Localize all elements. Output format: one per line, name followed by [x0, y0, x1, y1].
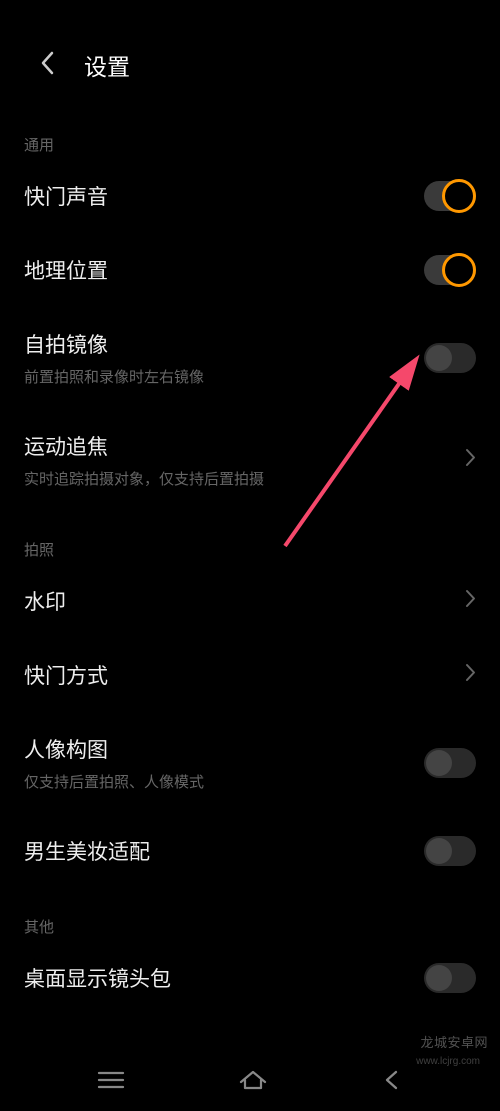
section-header-other: 其他 — [0, 888, 500, 941]
nav-bar — [0, 1049, 500, 1111]
toggle-selfie-mirror[interactable] — [424, 343, 476, 373]
home-icon[interactable] — [237, 1068, 269, 1092]
row-label: 快门声音 — [24, 181, 108, 211]
menu-icon[interactable] — [96, 1069, 126, 1091]
row-desktop-lens[interactable]: 桌面显示镜头包 — [0, 941, 500, 1015]
row-label: 人像构图 — [24, 734, 204, 764]
page-title: 设置 — [84, 48, 130, 82]
section-header-general: 通用 — [0, 106, 500, 159]
row-portrait-composition[interactable]: 人像构图 仅支持后置拍照、人像模式 — [0, 712, 500, 814]
row-sub: 仅支持后置拍照、人像模式 — [24, 771, 204, 792]
row-sub: 前置拍照和录像时左右镜像 — [24, 366, 204, 387]
row-label: 运动追焦 — [24, 431, 264, 461]
row-male-beauty[interactable]: 男生美妆适配 — [0, 814, 500, 888]
row-sub: 实时追踪拍摄对象，仅支持后置拍摄 — [24, 468, 264, 489]
row-label: 桌面显示镜头包 — [24, 963, 171, 993]
back-nav-icon[interactable] — [380, 1068, 404, 1092]
toggle-geolocation[interactable] — [424, 255, 476, 285]
row-label: 男生美妆适配 — [24, 836, 150, 866]
row-shutter-sound[interactable]: 快门声音 — [0, 159, 500, 233]
row-selfie-mirror[interactable]: 自拍镜像 前置拍照和录像时左右镜像 — [0, 307, 500, 409]
row-label: 地理位置 — [24, 255, 108, 285]
row-geolocation[interactable]: 地理位置 — [0, 233, 500, 307]
chevron-right-icon — [465, 448, 476, 472]
toggle-shutter-sound[interactable] — [424, 181, 476, 211]
row-motion-track[interactable]: 运动追焦 实时追踪拍摄对象，仅支持后置拍摄 — [0, 409, 500, 511]
chevron-right-icon — [465, 663, 476, 687]
row-label: 快门方式 — [24, 660, 108, 690]
row-watermark[interactable]: 水印 — [0, 564, 500, 638]
toggle-portrait-composition[interactable] — [424, 748, 476, 778]
toggle-male-beauty[interactable] — [424, 836, 476, 866]
row-label: 水印 — [24, 586, 66, 616]
row-shutter-mode[interactable]: 快门方式 — [0, 638, 500, 712]
back-icon[interactable] — [38, 49, 58, 82]
chevron-right-icon — [465, 589, 476, 613]
toggle-desktop-lens[interactable] — [424, 963, 476, 993]
row-label: 自拍镜像 — [24, 329, 204, 359]
section-header-photo: 拍照 — [0, 511, 500, 564]
